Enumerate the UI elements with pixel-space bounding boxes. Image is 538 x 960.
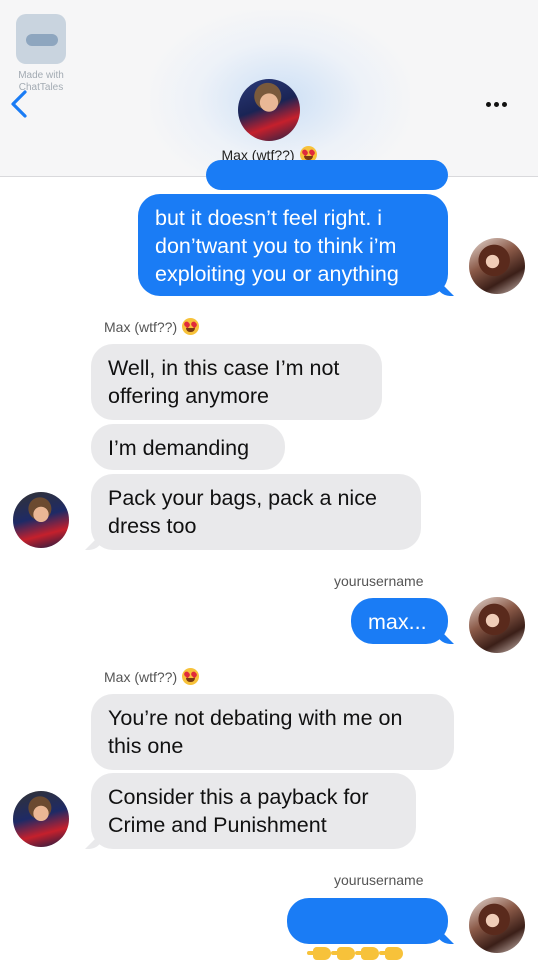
message-bubble-incoming[interactable]: I’m demanding [91,424,285,470]
sender-label: Max (wtf??) [104,668,200,686]
user-avatar [469,897,525,953]
watermark-line1: Made with [18,70,64,81]
user-avatar [469,238,525,294]
partial-message-bubble [206,160,448,190]
chevron-left-icon [11,90,27,118]
pointing-left-emoji-icon [379,945,403,960]
pointing-left-emoji-icon [307,945,331,960]
heart-eyes-emoji-icon [182,668,200,685]
message-bubble-incoming[interactable]: Pack your bags, pack a nice dress too [91,474,421,550]
sender-label: yourusername [334,573,424,589]
chattales-watermark: Made with ChatTales [14,14,68,94]
user-avatar [469,597,525,653]
message-bubble-outgoing[interactable]: but it doesn’t feel right. i don’twant y… [138,194,448,296]
pointing-left-emoji-icon [355,945,379,960]
more-options-button[interactable] [486,94,522,110]
pointing-left-emoji-icon [331,945,355,960]
heart-eyes-emoji-icon [182,318,200,335]
contact-avatar[interactable] [238,79,300,141]
message-bubble-outgoing[interactable] [287,898,448,960]
message-bubble-outgoing[interactable]: max... [351,598,448,644]
chat-header: Made with ChatTales Max (wtf??) [0,0,538,177]
sender-label: Max (wtf??) [104,318,200,336]
more-horizontal-icon [486,102,491,107]
message-bubble-incoming[interactable]: You’re not debating with me on this one [91,694,454,770]
message-bubble-incoming[interactable]: Consider this a payback for Crime and Pu… [91,773,416,849]
max-avatar [13,492,69,548]
back-button[interactable] [6,88,36,120]
sender-label: yourusername [334,872,424,888]
chattales-logo-icon [16,14,66,64]
message-bubble-incoming[interactable]: Well, in this case I’m not offering anym… [91,344,382,420]
max-avatar [13,791,69,847]
